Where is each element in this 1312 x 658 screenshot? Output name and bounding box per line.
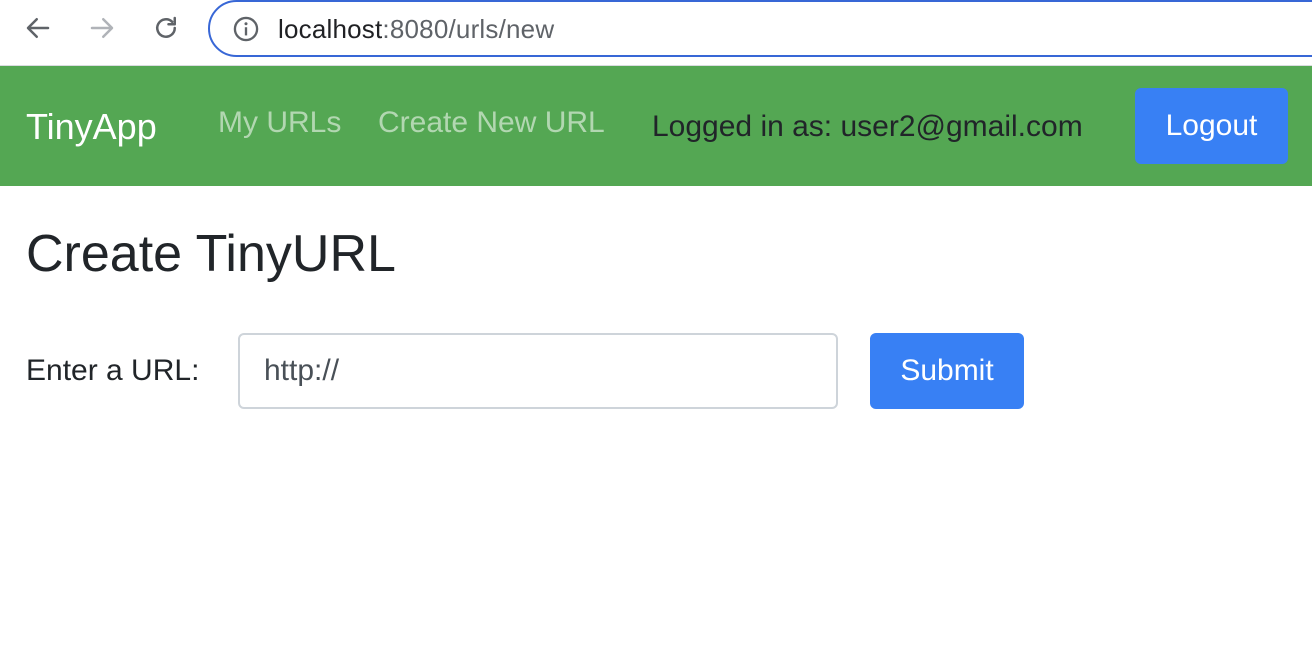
logged-in-status: Logged in as: user2@gmail.com (652, 110, 1083, 143)
logout-button[interactable]: Logout (1135, 88, 1288, 164)
nav-link-my-urls[interactable]: My URLs (218, 106, 341, 140)
url-host: localhost (278, 14, 383, 44)
arrow-left-icon (26, 18, 50, 38)
navbar: TinyApp My URLs Create New URL Logged in… (0, 66, 1312, 186)
url-text[interactable]: localhost:8080/urls/new (278, 14, 554, 45)
page-title: Create TinyURL (26, 225, 396, 283)
arrow-right-icon (90, 18, 114, 38)
reload-button[interactable] (148, 10, 184, 46)
browser-toolbar: localhost:8080/urls/new (0, 0, 1312, 66)
brand-logo[interactable]: TinyApp (26, 106, 157, 148)
url-label: Enter a URL: (26, 354, 200, 387)
nav-link-create-new-url[interactable]: Create New URL (378, 106, 605, 140)
info-icon[interactable] (232, 15, 260, 43)
forward-button[interactable] (84, 10, 120, 46)
submit-button[interactable]: Submit (870, 333, 1024, 409)
url-path: :8080/urls/new (382, 14, 555, 44)
reload-icon (156, 16, 176, 38)
back-button[interactable] (20, 10, 56, 46)
url-input[interactable] (238, 333, 838, 409)
address-bar[interactable]: localhost:8080/urls/new (208, 0, 1312, 57)
